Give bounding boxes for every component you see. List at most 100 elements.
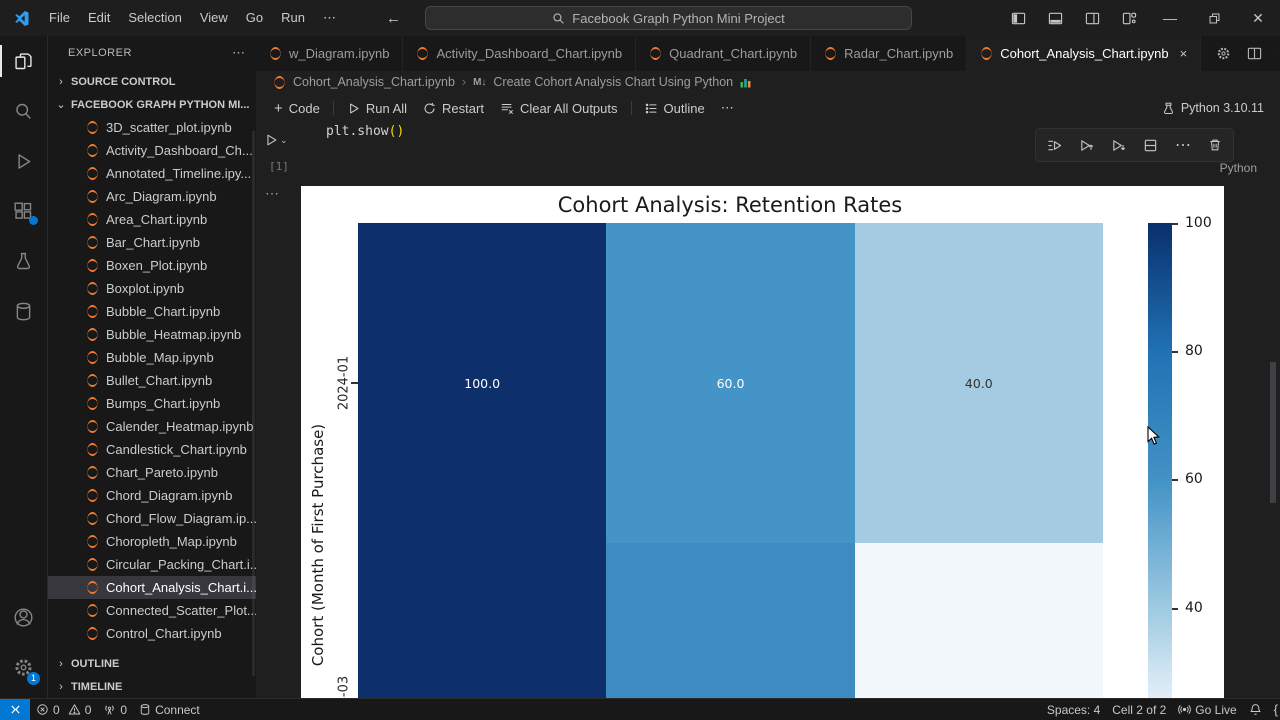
- breadcrumb-file[interactable]: Cohort_Analysis_Chart.ipynb: [293, 75, 455, 89]
- clear-all-outputs-button[interactable]: Clear All Outputs: [492, 101, 626, 116]
- cell-language[interactable]: Python: [1220, 161, 1257, 175]
- menu-item[interactable]: Selection: [119, 0, 190, 36]
- go-live-button[interactable]: Go Live: [1172, 699, 1242, 720]
- file-item[interactable]: Bubble_Heatmap.ipynb: [48, 323, 256, 346]
- notebook-settings-gear-icon[interactable]: [1216, 46, 1231, 61]
- section-workspace[interactable]: ⌄ FACEBOOK GRAPH PYTHON MI...: [48, 93, 256, 116]
- testing-icon[interactable]: [0, 236, 47, 286]
- file-name: Bar_Chart.ipynb: [106, 235, 200, 250]
- output-options-icon[interactable]: ⋯: [265, 185, 280, 202]
- toggle-sidebar-icon[interactable]: [1000, 0, 1037, 36]
- cell-indicator[interactable]: Cell 2 of 2: [1106, 699, 1172, 720]
- file-item[interactable]: Area_Chart.ipynb: [48, 208, 256, 231]
- file-item[interactable]: Bubble_Map.ipynb: [48, 346, 256, 369]
- bracket-formatter-icon[interactable]: {: [1268, 699, 1278, 720]
- jupyter-notebook-icon: [86, 558, 99, 571]
- more-icon[interactable]: ⋯: [713, 100, 742, 116]
- notifications-bell-icon[interactable]: [1243, 699, 1268, 720]
- explorer-icon[interactable]: [0, 36, 47, 86]
- extensions-icon[interactable]: [0, 186, 47, 236]
- file-item[interactable]: Boxplot.ipynb: [48, 277, 256, 300]
- indent-indicator[interactable]: Spaces: 4: [1041, 699, 1106, 720]
- split-editor-icon[interactable]: [1247, 46, 1262, 61]
- file-item[interactable]: Bumps_Chart.ipynb: [48, 392, 256, 415]
- file-item[interactable]: Circular_Packing_Chart.i...: [48, 553, 256, 576]
- window-controls: — ✕: [1000, 0, 1280, 36]
- add-code-cell-button[interactable]: + Code: [266, 100, 328, 117]
- restore-icon[interactable]: [1192, 0, 1236, 36]
- breadcrumb-cell[interactable]: Create Cohort Analysis Chart Using Pytho…: [493, 75, 733, 89]
- ports-indicator[interactable]: 0: [97, 699, 133, 720]
- outline-button[interactable]: Outline: [637, 101, 713, 116]
- chart-title: Cohort Analysis: Retention Rates: [557, 193, 903, 217]
- editor-scrollbar[interactable]: [1270, 362, 1276, 503]
- file-name: Bubble_Chart.ipynb: [106, 304, 221, 319]
- restart-button[interactable]: Restart: [415, 101, 492, 116]
- account-icon[interactable]: [0, 592, 47, 642]
- remote-indicator[interactable]: [0, 699, 30, 720]
- menu-item[interactable]: Run: [272, 0, 314, 36]
- more-icon[interactable]: ⋯: [232, 45, 246, 61]
- minimize-icon[interactable]: —: [1148, 0, 1192, 36]
- file-item[interactable]: Connected_Scatter_Plot...: [48, 599, 256, 622]
- file-item[interactable]: Chord_Flow_Diagram.ip...: [48, 507, 256, 530]
- run-above-icon[interactable]: [1079, 138, 1094, 153]
- editor-tab[interactable]: Radar_Chart.ipynb: [811, 36, 968, 71]
- sidebar-title: EXPLORER: [68, 47, 132, 59]
- section-timeline[interactable]: › TIMELINE: [48, 675, 256, 698]
- database-connect[interactable]: Connect: [133, 699, 206, 720]
- menu-item[interactable]: File: [40, 0, 79, 36]
- file-item[interactable]: Boxen_Plot.ipynb: [48, 254, 256, 277]
- file-item[interactable]: Choropleth_Map.ipynb: [48, 530, 256, 553]
- code-line[interactable]: plt.show(): [326, 124, 404, 139]
- file-item[interactable]: 3D_scatter_plot.ipynb: [48, 116, 256, 139]
- menu-item[interactable]: View: [191, 0, 237, 36]
- run-below-icon[interactable]: [1111, 138, 1126, 153]
- kernel-picker[interactable]: Python 3.10.11: [1162, 101, 1280, 115]
- settings-gear-icon[interactable]: 1: [0, 642, 47, 692]
- menu-more-icon[interactable]: ⋯: [314, 0, 346, 36]
- file-item[interactable]: Activity_Dashboard_Ch...: [48, 139, 256, 162]
- file-name: Cohort_Analysis_Chart.i...: [106, 580, 256, 595]
- colorbar-tick-label: 60: [1185, 471, 1203, 487]
- run-all-button[interactable]: Run All: [339, 101, 415, 116]
- file-item[interactable]: Bar_Chart.ipynb: [48, 231, 256, 254]
- file-item[interactable]: Annotated_Timeline.ipy...: [48, 162, 256, 185]
- run-and-debug-icon[interactable]: [0, 136, 47, 186]
- menu-item[interactable]: Go: [237, 0, 272, 36]
- search-icon[interactable]: [0, 86, 47, 136]
- execute-cells-icon[interactable]: [1047, 138, 1062, 153]
- split-cell-icon[interactable]: [1143, 138, 1158, 153]
- section-outline[interactable]: › OUTLINE: [48, 652, 256, 675]
- file-item[interactable]: Calender_Heatmap.ipynb: [48, 415, 256, 438]
- file-item[interactable]: Candlestick_Chart.ipynb: [48, 438, 256, 461]
- sidebar-scrollbar[interactable]: [252, 131, 255, 676]
- database-icon[interactable]: [0, 286, 47, 336]
- execution-count: [1]: [269, 160, 289, 173]
- section-source-control[interactable]: › SOURCE CONTROL: [48, 70, 256, 93]
- file-item[interactable]: Chart_Pareto.ipynb: [48, 461, 256, 484]
- editor-tab[interactable]: w_Diagram.ipynb: [256, 36, 404, 71]
- editor-tab[interactable]: Quadrant_Chart.ipynb: [636, 36, 812, 71]
- file-item[interactable]: Chord_Diagram.ipynb: [48, 484, 256, 507]
- back-icon[interactable]: ←: [386, 10, 401, 27]
- command-center[interactable]: Facebook Graph Python Mini Project: [425, 6, 912, 30]
- toggle-panel-icon[interactable]: [1037, 0, 1074, 36]
- editor-actions: ⋯: [1201, 36, 1280, 71]
- toggle-secondary-sidebar-icon[interactable]: [1074, 0, 1111, 36]
- editor-tab[interactable]: Cohort_Analysis_Chart.ipynb ×: [967, 36, 1202, 71]
- file-item[interactable]: Bubble_Chart.ipynb: [48, 300, 256, 323]
- file-item[interactable]: Bullet_Chart.ipynb: [48, 369, 256, 392]
- close-icon[interactable]: ×: [1180, 46, 1188, 61]
- more-icon[interactable]: ⋯: [1175, 135, 1191, 155]
- run-cell-button[interactable]: ⌄: [264, 133, 288, 147]
- menu-item[interactable]: Edit: [79, 0, 119, 36]
- file-item[interactable]: Cohort_Analysis_Chart.i...: [48, 576, 256, 599]
- file-item[interactable]: Arc_Diagram.ipynb: [48, 185, 256, 208]
- editor-tab[interactable]: Activity_Dashboard_Chart.ipynb: [403, 36, 637, 71]
- file-item[interactable]: Control_Chart.ipynb: [48, 622, 256, 645]
- customize-layout-icon[interactable]: [1111, 0, 1148, 36]
- delete-cell-icon[interactable]: [1208, 138, 1222, 152]
- close-icon[interactable]: ✕: [1236, 0, 1280, 36]
- problems-indicator[interactable]: 0 0: [30, 699, 97, 720]
